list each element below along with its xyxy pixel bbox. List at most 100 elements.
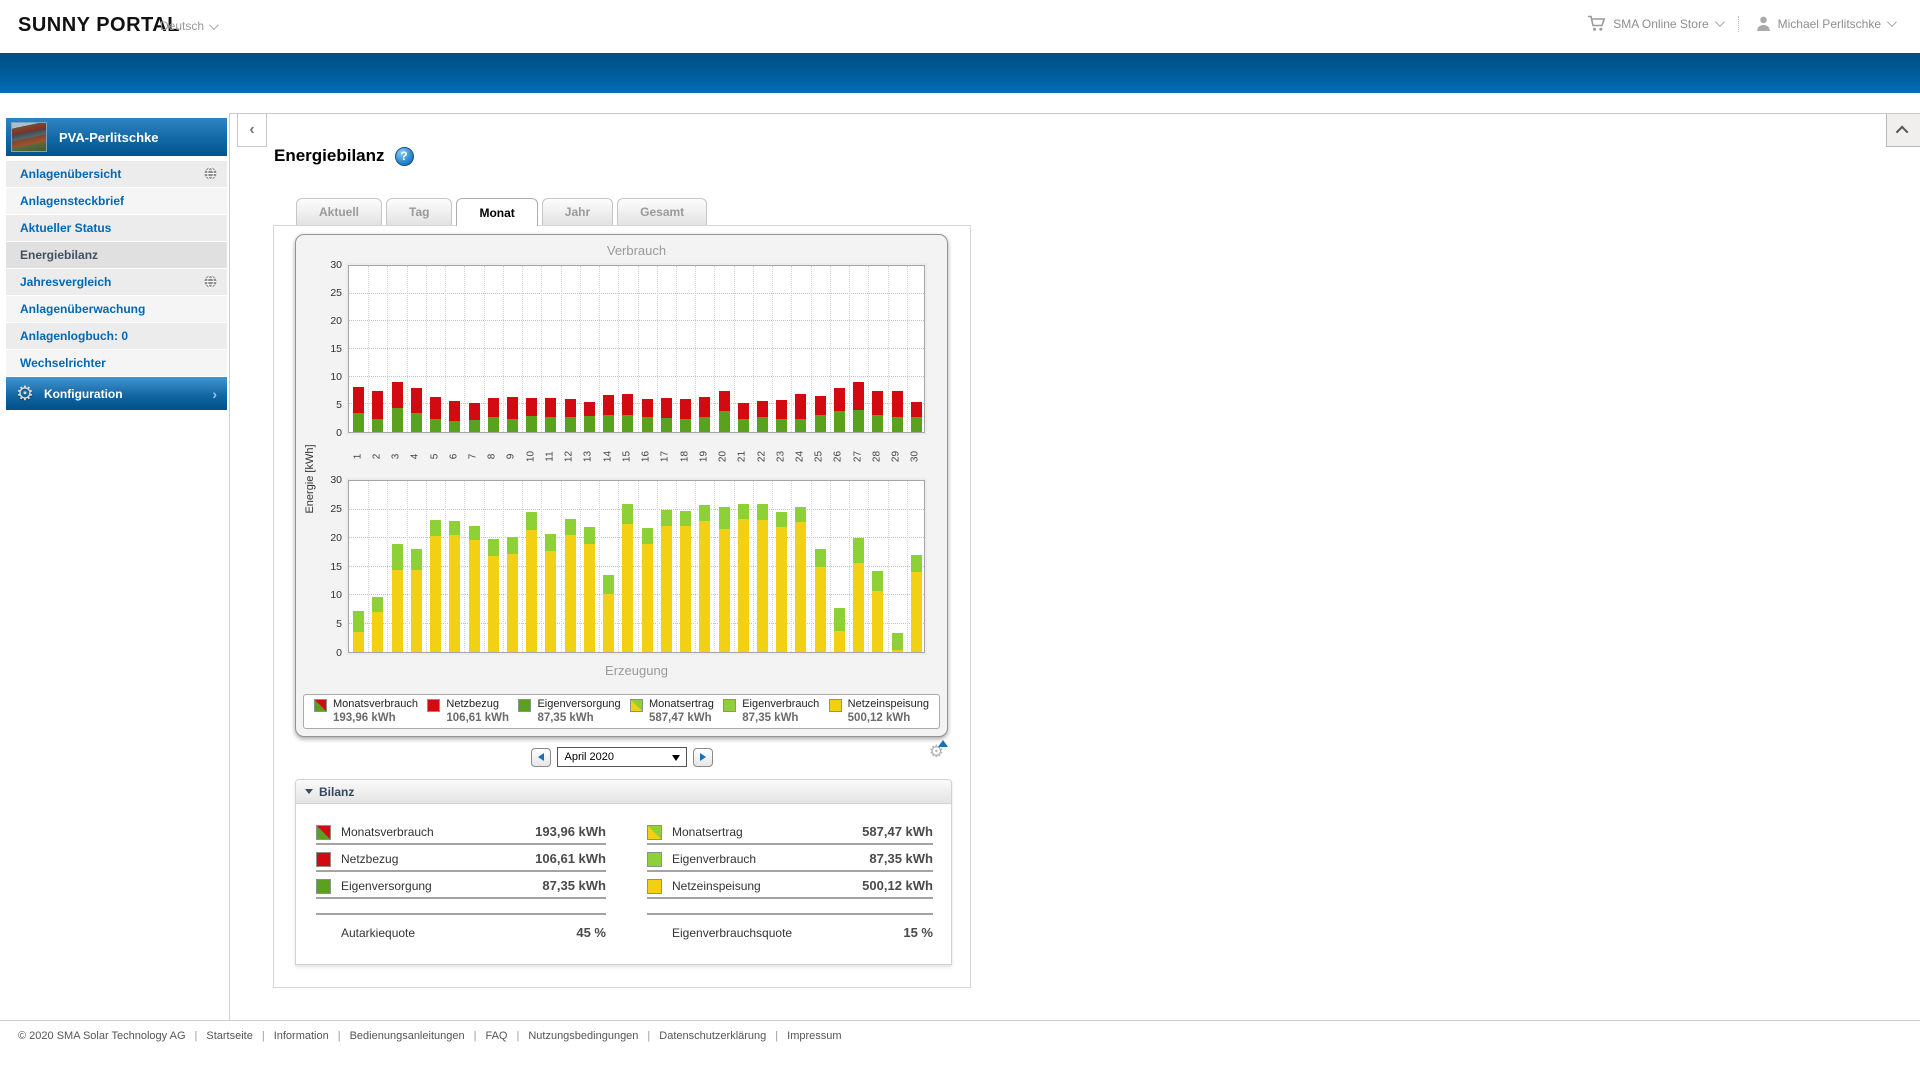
bar-segment-netzeinspeisung (757, 520, 768, 652)
online-store-dropdown[interactable]: SMA Online Store (1587, 15, 1721, 32)
tab-jahr[interactable]: Jahr (542, 198, 613, 225)
sidebar-item-energiebilanz[interactable]: Energiebilanz (6, 242, 227, 268)
gridline (695, 481, 696, 652)
chart-settings-button[interactable]: ⚙ (929, 743, 944, 762)
bar-segment-netzbezug (411, 388, 422, 413)
user-menu-dropdown[interactable]: Michael Perlitschke (1755, 15, 1894, 32)
y-axis-tick-label: 5 (302, 399, 342, 411)
bar-day-27 (853, 538, 864, 652)
tab-monat[interactable]: Monat (456, 198, 537, 226)
bilanz-chip-icon (647, 852, 662, 867)
sidebar-item-anlagenlogbuch-0[interactable]: Anlagenlogbuch: 0 (6, 323, 227, 349)
bilanz-row-value: 193,96 kWh (535, 824, 606, 839)
gridline (484, 481, 485, 652)
footer-separator: | (647, 1030, 650, 1042)
bar-day-30 (911, 402, 922, 432)
tab-aktuell[interactable]: Aktuell (296, 198, 382, 225)
bilanz-row: Netzeinspeisung500,12 kWh (647, 874, 933, 899)
x-axis-tick-label: 28 (871, 447, 882, 467)
bar-segment-netzbezug (545, 398, 556, 418)
bar-segment-eigenversorgung (815, 415, 826, 432)
period-select[interactable]: April 2020 (557, 747, 687, 767)
bar-segment-eigenversorgung (526, 416, 537, 432)
tab-tag[interactable]: Tag (386, 198, 452, 225)
footer-copyright: © 2020 SMA Solar Technology AG (18, 1030, 186, 1042)
help-icon[interactable]: ? (395, 147, 414, 166)
bar-day-16 (642, 399, 653, 432)
bar-day-13 (584, 527, 595, 652)
bar-segment-netzeinspeisung (738, 519, 749, 652)
footer-link-startseite[interactable]: Startseite (206, 1030, 252, 1042)
language-dropdown[interactable]: Deutsch (160, 19, 216, 33)
bar-day-24 (795, 507, 806, 652)
bar-segment-netzeinspeisung (853, 563, 864, 652)
scroll-to-top-button[interactable] (1886, 114, 1920, 147)
gridline (830, 266, 831, 432)
bar-segment-netzeinspeisung (449, 535, 460, 652)
x-axis-tick-label: 3 (391, 447, 402, 467)
x-axis-tick-label: 4 (410, 447, 421, 467)
bar-segment-eigenverbrauch (642, 528, 653, 544)
sidebar-item-wechselrichter[interactable]: Wechselrichter (6, 350, 227, 376)
bar-segment-eigenversorgung (776, 419, 787, 432)
plant-header[interactable]: PVA-Perlitschke (6, 118, 227, 156)
bar-segment-eigenverbrauch (584, 527, 595, 544)
footer-link-information[interactable]: Information (274, 1030, 329, 1042)
bar-segment-netzeinspeisung (699, 521, 710, 652)
sidebar-item-anlagensteckbrief[interactable]: Anlagensteckbrief (6, 188, 227, 214)
x-axis-tick-label: 8 (487, 447, 498, 467)
bar-day-16 (642, 528, 653, 652)
footer-link-nutzungsbedingungen[interactable]: Nutzungsbedingungen (528, 1030, 638, 1042)
bilanz-collapse-header[interactable]: Bilanz (296, 780, 951, 804)
footer-link-impressum[interactable]: Impressum (787, 1030, 841, 1042)
bar-segment-eigenverbrauch (853, 538, 864, 563)
x-axis-tick-label: 10 (525, 447, 536, 467)
bilanz-quote-row: Autarkiequote45 % (316, 913, 606, 938)
x-axis-tick-label: 12 (564, 447, 575, 467)
page-title: Energiebilanz (274, 146, 385, 166)
gridline (657, 481, 658, 652)
sidebar-item-anlagen-berwachung[interactable]: Anlagenüberwachung (6, 296, 227, 322)
bilanz-row-label: Monatsverbrauch (341, 825, 434, 839)
sidebar-item-jahresvergleich[interactable]: Jahresvergleich (6, 269, 227, 295)
footer-link-bedienungsanleitungen[interactable]: Bedienungsanleitungen (350, 1030, 465, 1042)
footer-link-faq[interactable]: FAQ (485, 1030, 507, 1042)
bar-segment-eigenversorgung (853, 410, 864, 432)
sidebar-item-aktueller-status[interactable]: Aktueller Status (6, 215, 227, 241)
sidebar-collapse-button[interactable]: ‹ (237, 114, 267, 147)
bilanz-panel: Bilanz Monatsverbrauch193,96 kWhNetzbezu… (295, 779, 952, 965)
gridline (599, 481, 600, 652)
bar-day-10 (526, 512, 537, 652)
previous-month-button[interactable] (531, 748, 551, 767)
gridline (772, 266, 773, 432)
gridline (426, 481, 427, 652)
bar-segment-netzeinspeisung (834, 631, 845, 652)
bar-segment-netzbezug (776, 400, 787, 419)
bar-day-14 (603, 575, 614, 652)
bar-segment-netzbezug (661, 398, 672, 418)
bar-segment-eigenversorgung (372, 419, 383, 432)
gridline (791, 481, 792, 652)
footer-link-datenschutzerkl-rung[interactable]: Datenschutzerklärung (659, 1030, 766, 1042)
chevron-up-icon (1896, 125, 1909, 138)
x-axis-tick-label: 24 (794, 447, 805, 467)
next-month-button[interactable] (693, 748, 713, 767)
bar-segment-netzbezug (795, 394, 806, 419)
gridline (753, 266, 754, 432)
bar-day-29 (892, 633, 903, 652)
tab-gesamt[interactable]: Gesamt (617, 198, 707, 225)
bilanz-chip-icon (316, 852, 331, 867)
bar-segment-eigenverbrauch (392, 544, 403, 569)
bar-segment-netzbezug (449, 401, 460, 421)
user-name-label: Michael Perlitschke (1778, 17, 1881, 31)
x-axis-tick-label: 27 (852, 447, 863, 467)
sidebar-item-konfiguration[interactable]: ⚙ Konfiguration › (6, 377, 227, 410)
gridline (349, 376, 924, 377)
bar-day-6 (449, 521, 460, 652)
bar-segment-netzbezug (834, 388, 845, 412)
chart-panel: Energie [kWh] Monatsverbrauch193,96 kWhN… (295, 234, 948, 737)
sidebar-item-anlagen-bersicht[interactable]: Anlagenübersicht (6, 161, 227, 187)
bar-segment-netzeinspeisung (392, 570, 403, 652)
bar-segment-eigenversorgung (411, 413, 422, 432)
bar-day-10 (526, 398, 537, 432)
